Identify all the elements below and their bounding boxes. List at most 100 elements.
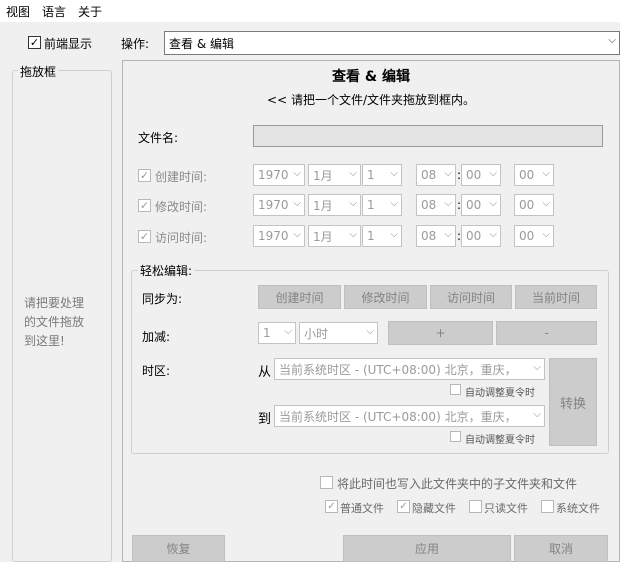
apply-button[interactable]: 应用 bbox=[343, 535, 511, 562]
chevron-down-icon: ⌵ bbox=[349, 198, 357, 209]
system-files-checkbox[interactable] bbox=[541, 500, 554, 513]
timezone-from-select[interactable]: 当前系统时区 - (UTC+08:00) 北京，重庆， ⌵ bbox=[274, 358, 545, 380]
chevron-down-icon: ⌵ bbox=[444, 198, 452, 209]
timezone-to-select[interactable]: 当前系统时区 - (UTC+08:00) 北京，重庆， ⌵ bbox=[274, 405, 545, 427]
drop-hint-line: 的文件拖放 bbox=[24, 315, 85, 329]
create-month-select[interactable]: 1月 ⌵ bbox=[308, 164, 361, 186]
normal-files-checkbox[interactable]: ✓ bbox=[325, 500, 338, 513]
timezone-label: 时区: bbox=[142, 364, 171, 378]
drop-hint: 请把要处理 的文件拖放 到这里! bbox=[24, 294, 84, 351]
day-value: 1 bbox=[367, 168, 375, 182]
subfolders-checkbox[interactable] bbox=[320, 476, 333, 489]
access-second-select[interactable]: 00 ⌵ bbox=[514, 225, 554, 247]
month-value: 1月 bbox=[313, 198, 333, 213]
access-time-row: ✓ 访问时间: 1970 ⌵ 1月 ⌵ 1 ⌵ 08 ⌵ : 00 ⌵ 00 ⌵ bbox=[0, 225, 620, 249]
normal-files-label: 普通文件 bbox=[340, 502, 384, 515]
from-label: 从 bbox=[258, 365, 272, 380]
chevron-down-icon: ⌵ bbox=[366, 326, 374, 337]
main-subtitle: << 请把一个文件/文件夹拖放到框内。 bbox=[267, 93, 475, 107]
day-value: 1 bbox=[367, 229, 375, 243]
timezone-from-value: 当前系统时区 - (UTC+08:00) 北京，重庆， bbox=[279, 362, 517, 377]
access-time-checkbox[interactable]: ✓ bbox=[138, 230, 151, 243]
create-second-select[interactable]: 00 ⌵ bbox=[514, 164, 554, 186]
chevron-down-icon: ⌵ bbox=[293, 229, 301, 240]
sync-now-button[interactable]: 当前时间 bbox=[515, 285, 597, 309]
adjust-unit-select[interactable]: 小时 ⌵ bbox=[299, 322, 378, 344]
chevron-down-icon: ⌵ bbox=[293, 168, 301, 179]
chevron-down-icon: ⌵ bbox=[542, 198, 550, 209]
always-on-top-checkbox[interactable]: ✓ bbox=[28, 36, 41, 49]
modify-month-select[interactable]: 1月 ⌵ bbox=[308, 194, 361, 216]
month-value: 1月 bbox=[313, 168, 333, 183]
chevron-down-icon: ⌵ bbox=[489, 168, 497, 179]
subfolders-label: 将此时间也写入此文件夹中的子文件夹和文件 bbox=[337, 477, 578, 491]
chevron-down-icon: ⌵ bbox=[533, 409, 541, 420]
sync-label: 同步为: bbox=[142, 292, 183, 306]
chevron-down-icon: ⌵ bbox=[542, 168, 550, 179]
create-year-select[interactable]: 1970 ⌵ bbox=[253, 164, 305, 186]
operation-label: 操作: bbox=[121, 37, 150, 51]
year-value: 1970 bbox=[258, 168, 289, 182]
modify-time-checkbox[interactable]: ✓ bbox=[138, 199, 151, 212]
access-month-select[interactable]: 1月 ⌵ bbox=[308, 225, 361, 247]
modify-minute-select[interactable]: 00 ⌵ bbox=[461, 194, 501, 216]
cancel-button[interactable]: 取消 bbox=[514, 535, 608, 562]
to-dst-label: 自动调整夏令时 bbox=[465, 435, 535, 446]
modify-day-select[interactable]: 1 ⌵ bbox=[362, 194, 402, 216]
timezone-to-value: 当前系统时区 - (UTC+08:00) 北京，重庆， bbox=[279, 409, 517, 424]
access-year-select[interactable]: 1970 ⌵ bbox=[253, 225, 305, 247]
hour-value: 08 bbox=[421, 168, 437, 182]
create-minute-select[interactable]: 00 ⌵ bbox=[461, 164, 501, 186]
chevron-down-icon: ⌵ bbox=[444, 168, 452, 179]
modify-hour-select[interactable]: 08 ⌵ bbox=[416, 194, 456, 216]
create-hour-select[interactable]: 08 ⌵ bbox=[416, 164, 456, 186]
chevron-down-icon: ⌵ bbox=[542, 229, 550, 240]
create-time-row: ✓ 创建时间: 1970 ⌵ 1月 ⌵ 1 ⌵ 08 ⌵ : 00 ⌵ 00 ⌵ bbox=[0, 164, 620, 188]
add-button[interactable]: + bbox=[388, 321, 493, 345]
hour-value: 08 bbox=[421, 229, 437, 243]
second-value: 00 bbox=[519, 229, 535, 243]
convert-button[interactable]: 转换 bbox=[549, 358, 597, 446]
drop-hint-line: 到这里! bbox=[24, 334, 65, 348]
readonly-files-label: 只读文件 bbox=[484, 502, 528, 515]
access-hour-select[interactable]: 08 ⌵ bbox=[416, 225, 456, 247]
restore-button[interactable]: 恢复 bbox=[132, 535, 225, 562]
sync-create-button[interactable]: 创建时间 bbox=[258, 285, 341, 309]
system-files-label: 系统文件 bbox=[556, 502, 600, 515]
hour-value: 08 bbox=[421, 198, 437, 212]
from-dst-checkbox[interactable] bbox=[450, 384, 461, 395]
sync-access-button[interactable]: 访问时间 bbox=[430, 285, 512, 309]
minute-value: 00 bbox=[466, 198, 482, 212]
create-day-select[interactable]: 1 ⌵ bbox=[362, 164, 402, 186]
second-value: 00 bbox=[519, 198, 535, 212]
filename-label: 文件名: bbox=[138, 131, 179, 145]
menu-language[interactable]: 语言 bbox=[42, 3, 66, 20]
chevron-down-icon: ⌵ bbox=[390, 168, 398, 179]
filename-field[interactable] bbox=[253, 125, 603, 147]
sync-modify-button[interactable]: 修改时间 bbox=[344, 285, 427, 309]
easy-edit-title: 轻松编辑: bbox=[138, 262, 195, 279]
to-dst-checkbox[interactable] bbox=[450, 431, 461, 442]
menu-about[interactable]: 关于 bbox=[78, 3, 102, 20]
hidden-files-checkbox[interactable]: ✓ bbox=[397, 500, 410, 513]
create-time-checkbox[interactable]: ✓ bbox=[138, 169, 151, 182]
access-day-select[interactable]: 1 ⌵ bbox=[362, 225, 402, 247]
chevron-down-icon: ⌵ bbox=[284, 326, 292, 337]
menu-view[interactable]: 视图 bbox=[6, 3, 30, 20]
adjust-amount-select[interactable]: 1 ⌵ bbox=[258, 322, 296, 344]
modify-second-select[interactable]: 00 ⌵ bbox=[514, 194, 554, 216]
access-minute-select[interactable]: 00 ⌵ bbox=[461, 225, 501, 247]
modify-year-select[interactable]: 1970 ⌵ bbox=[253, 194, 305, 216]
drop-hint-line: 请把要处理 bbox=[24, 296, 85, 310]
subtract-button[interactable]: - bbox=[496, 321, 597, 345]
chevron-down-icon: ⌵ bbox=[349, 168, 357, 179]
readonly-files-checkbox[interactable] bbox=[469, 500, 482, 513]
from-dst-label: 自动调整夏令时 bbox=[465, 388, 535, 399]
chevron-down-icon: ⌵ bbox=[390, 198, 398, 209]
modify-time-row: ✓ 修改时间: 1970 ⌵ 1月 ⌵ 1 ⌵ 08 ⌵ : 00 ⌵ 00 ⌵ bbox=[0, 194, 620, 218]
day-value: 1 bbox=[367, 198, 375, 212]
operation-select[interactable]: 查看 & 编辑 ⌵ bbox=[164, 31, 620, 55]
second-value: 00 bbox=[519, 168, 535, 182]
chevron-down-icon: ⌵ bbox=[349, 229, 357, 240]
adjust-unit-value: 小时 bbox=[304, 326, 329, 341]
